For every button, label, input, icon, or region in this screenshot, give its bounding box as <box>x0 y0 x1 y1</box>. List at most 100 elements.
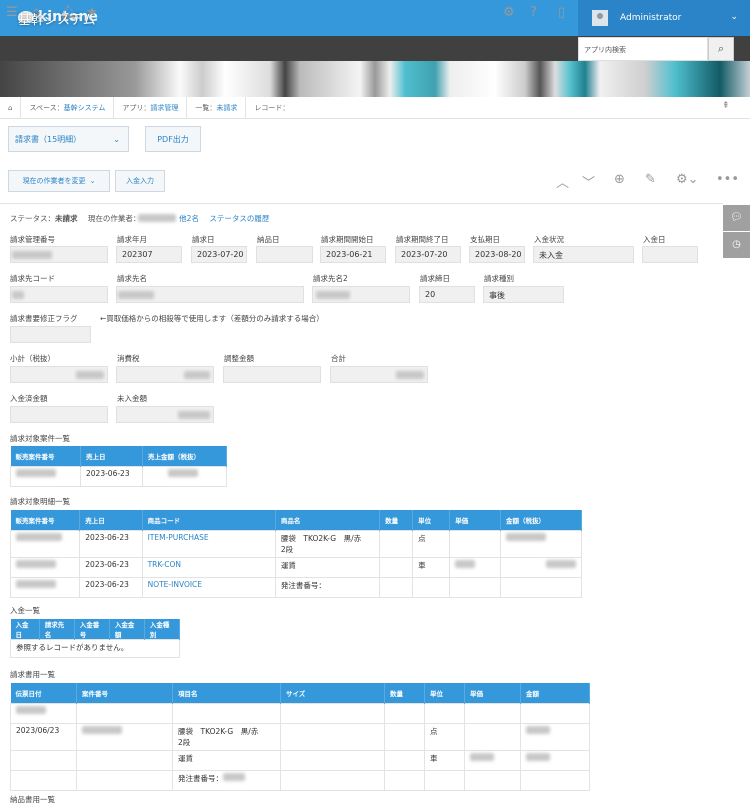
cell: 2023-06-23 <box>79 529 143 558</box>
redacted <box>76 371 104 379</box>
next-record-icon[interactable]: ﹀ <box>582 172 595 191</box>
breadcrumb-record-label: レコード： <box>254 103 290 112</box>
target-projects-table: 販売案件番号 売上日 売上金額（税抜） 2023-06-23 <box>10 446 227 487</box>
payment-status-field: 未入金 <box>533 246 634 263</box>
cell <box>280 769 385 791</box>
table-row: 2023-06-23 TRK-CON 運賃 車 <box>9 556 582 578</box>
user-menu[interactable]: Administrator ⌄ <box>578 0 750 36</box>
cell <box>379 529 414 558</box>
billing-month-label: 請求年月 <box>117 235 147 244</box>
cell <box>520 769 590 791</box>
col-header: 販売案件番号 <box>10 510 81 530</box>
payment-date-field <box>642 246 698 263</box>
chevron-down-icon: ⌄ <box>89 177 96 185</box>
fix-flag-label: 請求書要修正フラグ <box>10 314 78 323</box>
settings-icon[interactable]: ⚙⌄ <box>676 172 699 187</box>
col-header: 金額 <box>520 683 590 703</box>
cell: 車 <box>412 556 451 578</box>
edit-icon[interactable]: ✎ <box>645 172 656 187</box>
tax-label: 消費税 <box>117 354 140 363</box>
product-code-link[interactable]: TRK-CON <box>141 556 276 578</box>
redacted <box>184 371 210 379</box>
chevron-down-icon: ⌄ <box>730 12 738 22</box>
breadcrumb-space-link[interactable]: 基幹システム <box>64 104 106 112</box>
item-name: 腰袋 TKO2K-G 黒/赤 <box>280 533 362 543</box>
cell <box>9 529 81 558</box>
add-record-icon[interactable]: ⊕ <box>614 172 625 187</box>
fix-flag-note: ←買取価格からの相殺等で使用します（差額分のみ請求する場合） <box>100 314 324 323</box>
table-row: 2023-06-23 NOTE-INVOICE 発注書番号： <box>9 576 582 598</box>
payment-entry-button[interactable]: 入金入力 <box>115 170 165 192</box>
breadcrumb: ⌂ スペース：基幹システム アプリ：請求管理 一覧：未請求 レコード： <box>0 96 750 119</box>
table3-title: 入金一覧 <box>10 606 40 615</box>
cell <box>172 702 281 724</box>
redacted <box>138 214 176 222</box>
billing-date-label: 請求日 <box>192 235 215 244</box>
avatar <box>592 10 608 26</box>
period-start-label: 請求期間開始日 <box>321 235 374 244</box>
pdf-output-button[interactable]: PDF出力 <box>145 126 201 152</box>
billing-no-label: 請求管理番号 <box>10 235 55 244</box>
history-icon[interactable]: ◷ <box>723 232 750 258</box>
col-header: 項目名 <box>172 683 281 703</box>
prev-record-icon[interactable]: ︿ <box>556 172 569 191</box>
redacted <box>316 291 350 299</box>
help-icon[interactable]: ? <box>530 5 537 20</box>
col-header: 数量 <box>384 683 425 703</box>
col-header: 入金金額 <box>109 619 145 640</box>
change-assignee-button[interactable]: 現在の作業者を変更 ⌄ <box>8 170 110 192</box>
table4-title: 請求書用一覧 <box>10 670 55 679</box>
col-header: 売上日 <box>79 510 143 530</box>
more-options-icon[interactable]: ••• <box>716 172 739 187</box>
billing-type-label: 請求種別 <box>484 274 514 283</box>
breadcrumb-space-label: スペース： <box>29 103 64 112</box>
cell: 点 <box>424 722 465 751</box>
user-name: Administrator <box>620 13 682 23</box>
target-details-table: 販売案件番号 売上日 商品コード 商品名 数量 単位 単価 金額（税抜） 2023-06-23… <box>9 510 582 598</box>
delivery-date-label: 納品日 <box>257 235 280 244</box>
search-button[interactable]: ⌕ <box>708 37 734 61</box>
paid-field <box>10 406 108 423</box>
status-history-link[interactable]: ステータスの履歴 <box>209 214 269 223</box>
gear-icon[interactable]: ⚙ <box>503 5 515 20</box>
pin-icon[interactable]: ⇞ <box>722 101 730 111</box>
table-row: 2023/06/23 腰袋 TKO2K-G 黒/赤 2段 点 <box>10 722 590 751</box>
breadcrumb-list[interactable]: 一覧：未請求 <box>187 96 247 119</box>
assignee-others-link[interactable]: 他2名 <box>179 214 199 223</box>
item-name: 腰袋 TKO2K-G 黒/赤 <box>178 726 259 736</box>
status-value: 未請求 <box>55 214 78 223</box>
billing-type-field: 事後 <box>483 286 564 303</box>
comment-icon[interactable]: 💬︎ <box>723 205 750 231</box>
cell: 2023/06/23 <box>10 722 77 751</box>
product-code-link[interactable]: NOTE-INVOICE <box>141 576 276 598</box>
breadcrumb-app-link[interactable]: 請求管理 <box>150 104 178 112</box>
mobile-icon[interactable]: ▯ <box>558 5 565 20</box>
cell <box>76 749 173 771</box>
breadcrumb-home-icon[interactable]: ⌂ <box>0 96 22 119</box>
assignee-label: 現在の作業者： <box>87 214 141 223</box>
period-start-field: 2023-06-21 <box>320 246 386 263</box>
adjust-label: 調整金額 <box>224 354 254 363</box>
cell <box>9 556 81 578</box>
breadcrumb-app[interactable]: アプリ：請求管理 <box>114 96 188 119</box>
cell <box>500 576 582 598</box>
cell <box>379 576 414 598</box>
cell: 腰袋 TKO2K-G 黒/赤 2段 <box>274 529 381 558</box>
invoice-list-table: 伝票日付 案件番号 項目名 サイズ 数量 単位 単価 金額 2023/06/23 腰袋 TKO2… <box>10 683 590 791</box>
total-label: 合計 <box>331 354 346 363</box>
template-select[interactable]: 請求書（15明細） ⌄ <box>8 126 129 152</box>
menu-icon[interactable]: ☰ <box>6 5 18 20</box>
closing-day-field: 20 <box>419 286 475 303</box>
table-row: 運賃 車 <box>10 749 590 771</box>
change-assignee-label: 現在の作業者を変更 <box>22 177 86 185</box>
table-row: 2023-06-23 ITEM-PURCHASE 腰袋 TKO2K-G 黒/赤 2段点 <box>9 529 582 558</box>
col-header: 単位 <box>424 683 465 703</box>
col-header: 販売案件番号 <box>10 446 81 466</box>
breadcrumb-list-link[interactable]: 未請求 <box>216 104 237 112</box>
app-search-input[interactable]: アプリ内検索 <box>578 37 708 61</box>
space-banner <box>0 61 750 97</box>
col-header: 単価 <box>449 510 501 530</box>
product-code-link[interactable]: ITEM-PURCHASE <box>141 529 276 558</box>
breadcrumb-space[interactable]: スペース：基幹システム <box>21 96 115 119</box>
cell <box>384 722 425 751</box>
